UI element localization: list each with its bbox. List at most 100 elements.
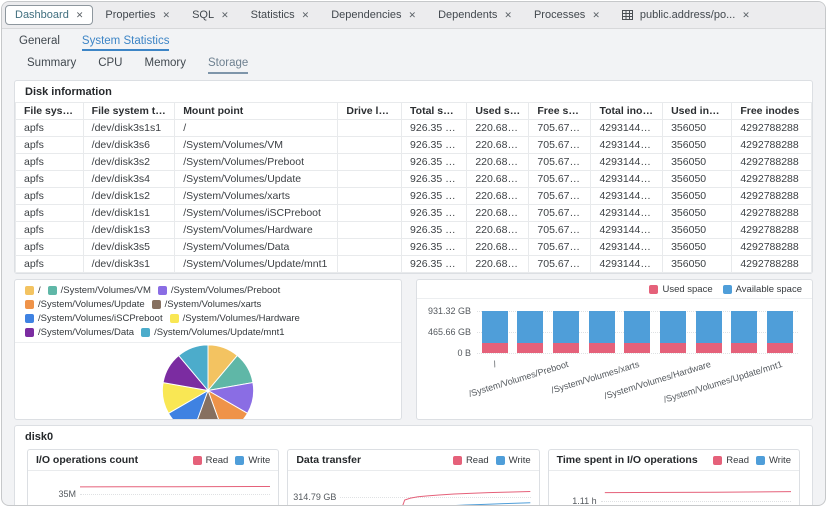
tab-dependencies[interactable]: Dependencies ✕ [321,5,426,25]
legend-item-system-volumes-data: /System/Volumes/Data [25,326,134,339]
legend-item-read: Read [193,455,229,466]
tab-bar: Dashboard✕Properties✕SQL✕Statistics✕Depe… [2,2,825,29]
legend-label: Write [509,455,531,466]
dashboard-nav: General System Statistics [2,29,825,51]
bar-segment-used [589,343,615,353]
bar-system-volumes-data[interactable] [731,311,757,353]
tab-close-icon[interactable]: ✕ [221,11,229,20]
column-header-used-space: Used space [467,103,529,120]
bar-segment-used [517,343,543,353]
bar-slot [620,311,656,353]
mini-plot-area [340,477,530,506]
tab-close-icon[interactable]: ✕ [742,11,750,20]
table-cell: 220.68 GB [467,188,529,205]
table-cell: 4293144338 [591,188,663,205]
nav-item-memory[interactable]: Memory [144,57,186,74]
tab-dependents[interactable]: Dependents✕ [428,5,522,25]
bar-slot [762,311,798,353]
legend-item-write: Write [235,455,270,466]
tab-label: Dependencies [331,9,401,21]
table-cell: 4292788288 [732,239,812,256]
tab-label: SQL [192,9,214,21]
tab-properties[interactable]: Properties✕ [95,5,180,25]
legend-item-system-volumes-xarts: /System/Volumes/xarts [152,298,262,311]
column-header-free-inodes: Free inodes [732,103,812,120]
tab-close-icon[interactable]: ✕ [163,11,171,20]
bar-item[interactable] [482,311,508,353]
table-cell: 926.35 GB [402,120,467,137]
legend-swatch [152,300,161,309]
tab-close-icon[interactable]: ✕ [504,11,512,20]
nav-item-general[interactable]: General [19,35,60,51]
tab-close-icon[interactable]: ✕ [592,11,600,20]
tab-dashboard[interactable]: Dashboard✕ [5,5,93,25]
table-cell: apfs [16,137,84,154]
legend-label: / [38,284,41,297]
bar-segment-available [731,311,757,343]
bar-system-volumes-preboot[interactable] [553,311,579,353]
tab-close-icon[interactable]: ✕ [409,11,417,20]
bar-system-volumes-iscpreboot[interactable] [660,311,686,353]
table-cell [338,222,402,239]
tab-close-icon[interactable]: ✕ [76,11,84,20]
legend-swatch [25,300,34,309]
column-header-total-inodes: Total inodes [591,103,663,120]
bar-slot [691,311,727,353]
bar-system-volumes-update-mnt1[interactable] [767,311,793,353]
data-transfer-panel: Data transfer Read Write 314.79 GB [287,449,539,506]
x-axis-label-item: / [492,359,497,369]
tab-statistics[interactable]: Statistics✕ [241,5,320,25]
table-cell: 4292788288 [732,205,812,222]
mini-panel-header: I/O operations countReadWrite [28,450,278,471]
nav-item-cpu[interactable]: CPU [98,57,122,74]
legend-swatch [496,456,505,465]
table-cell: 4293144338 [591,222,663,239]
mini-plot-area [80,477,270,506]
y-axis-tick: 931.32 GB [428,306,471,316]
legend-item-system-volumes-hardware: /System/Volumes/Hardware [170,312,300,325]
table-cell: apfs [16,154,84,171]
bar-system-volumes-update[interactable] [589,311,615,353]
y-axis-tick: 314.79 GB [293,492,336,502]
tab-processes[interactable]: Processes✕ [524,5,610,25]
tab-close-icon[interactable]: ✕ [302,11,310,20]
nav-item-storage[interactable]: Storage [208,57,248,74]
table-cell: 356050 [663,120,732,137]
bar-slot [513,311,549,353]
legend-swatch [193,456,202,465]
table-cell: 4292788288 [732,171,812,188]
bar-system-volumes-hardware[interactable] [696,311,722,353]
bar-segment-available [624,311,650,343]
table-cell: /System/Volumes/xarts [175,188,338,205]
bar-system-volumes-xarts[interactable] [624,311,650,353]
legend-swatch [756,456,765,465]
disk-usage-pie-panel: //System/Volumes/VM/System/Volumes/Prebo… [14,279,402,420]
disk-usage-pie-chart [160,343,256,419]
legend-item-read: Read [713,455,749,466]
io-operations-count-lines [80,477,270,506]
legend-swatch [158,286,167,295]
table-cell: 4292788288 [732,222,812,239]
nav-item-summary[interactable]: Summary [27,57,76,74]
legend-swatch [649,285,658,294]
table-cell: 926.35 GB [402,256,467,273]
mini-panel-header: Data transfer Read Write [288,450,538,471]
tab-public-address-po[interactable]: public.address/po...✕ [612,5,760,25]
table-cell: 220.68 GB [467,154,529,171]
column-header-mount-point: Mount point [175,103,338,120]
bar-system-volumes-vm[interactable] [517,311,543,353]
tab-sql[interactable]: SQL ✕ [182,5,239,25]
nav-item-system-statistics[interactable]: System Statistics [82,35,170,51]
bar-segment-available [553,311,579,343]
table-cell [338,239,402,256]
table-cell: /dev/disk3s1 [83,256,175,273]
table-cell [338,171,402,188]
table-cell: 356050 [663,137,732,154]
legend-label: Read [206,455,229,466]
bar-slot [584,311,620,353]
x-axis-label-system-volumes-update-mnt1: /System/Volumes/Update/mnt1 [662,359,783,405]
legend-label: Read [466,455,489,466]
mini-panel-title: Data transfer [296,454,361,466]
table-row: apfs/dev/disk3s6/System/Volumes/VM926.35… [16,137,812,154]
table-cell: apfs [16,239,84,256]
